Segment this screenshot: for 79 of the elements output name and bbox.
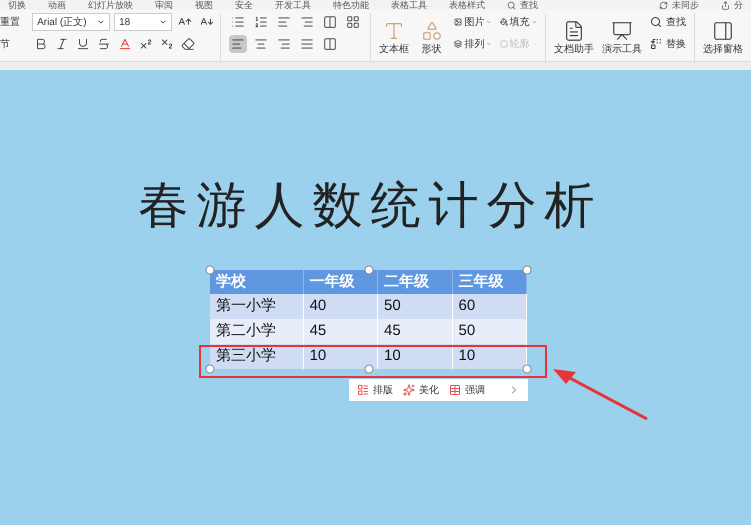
replace-icon: [650, 38, 662, 50]
dropdown-caret-icon: [532, 18, 537, 26]
selection-handle[interactable]: [206, 266, 214, 274]
table-cell: 10: [452, 344, 526, 369]
document-icon: [563, 20, 585, 42]
pane-icon: [712, 20, 734, 42]
search-link[interactable]: 查找: [507, 0, 538, 10]
align-button[interactable]: [229, 35, 248, 53]
menu-tab[interactable]: 切换: [8, 0, 26, 10]
align-icon: [231, 37, 246, 51]
ribbon-command[interactable]: 重置: [0, 13, 28, 31]
insert-button[interactable]: 文本框: [379, 13, 410, 57]
toolbar-button[interactable]: 强调: [449, 382, 485, 398]
layout-icon: [357, 384, 369, 396]
insert-button[interactable]: 排列: [454, 35, 492, 53]
align-icon: [323, 37, 338, 51]
menu-tab[interactable]: 视图: [195, 0, 213, 10]
shape-icon: [420, 20, 443, 42]
toolbar-button[interactable]: 排版: [357, 382, 393, 398]
sync-icon: [659, 0, 668, 10]
table-header-cell: 学校: [210, 270, 304, 294]
tool-button[interactable]: 文档助手: [554, 13, 594, 57]
menu-tab[interactable]: 表格样式: [449, 0, 485, 10]
font-name-field[interactable]: Arial (正文): [32, 13, 110, 31]
menu-tab[interactable]: 审阅: [155, 0, 173, 10]
toolbar-button[interactable]: 美化: [403, 382, 439, 398]
menu-tab[interactable]: 特色功能: [333, 0, 369, 10]
image-icon: [454, 16, 462, 28]
fill-icon: [500, 16, 508, 28]
find-button[interactable]: 查找: [650, 13, 686, 31]
search-icon: [507, 0, 516, 10]
menu-tab[interactable]: 开发工具: [275, 0, 311, 10]
arrange-icon: [454, 38, 462, 50]
align-icon: [300, 37, 314, 51]
selection-pane-button[interactable]: 选择窗格: [695, 13, 751, 57]
table-cell: 40: [303, 294, 378, 319]
insert-button[interactable]: 图片: [454, 13, 492, 31]
replace-button[interactable]: 替换: [650, 35, 686, 53]
sparkle-icon: [403, 384, 415, 396]
align-icon: [254, 37, 268, 51]
share-button[interactable]: 分: [721, 0, 743, 10]
slide-title: 春游人数统计分析: [138, 180, 602, 230]
presentation-icon: [611, 20, 633, 42]
outline-icon: [500, 38, 508, 50]
table-icon: [449, 384, 461, 396]
insert-button[interactable]: 填充: [500, 13, 537, 31]
align-icon: [277, 37, 292, 51]
table-cell: 45: [303, 319, 378, 344]
dropdown-caret-icon: [97, 18, 106, 26]
table-cell: 60: [452, 294, 526, 319]
menu-tab[interactable]: 安全: [235, 0, 253, 10]
tool-button[interactable]: 演示工具: [602, 13, 642, 57]
selection-handle[interactable]: [522, 266, 532, 274]
table-cell: 50: [452, 319, 526, 344]
menu-tab[interactable]: 表格工具: [391, 0, 427, 10]
table-header-cell: 三年级: [452, 270, 526, 294]
dropdown-caret-icon: [486, 40, 492, 48]
table-cell: 50: [378, 294, 452, 319]
ribbon-command[interactable]: 节: [0, 35, 28, 53]
sync-status[interactable]: 未同步: [659, 0, 699, 10]
table-header-cell: 二年级: [378, 270, 452, 294]
dropdown-caret-icon: [532, 40, 537, 48]
table-cell: 第一小学: [210, 294, 304, 319]
table-cell: 10: [378, 344, 452, 369]
table-cell: 第三小学: [210, 344, 304, 369]
table-header-cell: 一年级: [303, 270, 378, 294]
selection-handle[interactable]: [206, 364, 214, 374]
insert-button[interactable]: 形状: [417, 13, 446, 57]
menu-tab[interactable]: 幻灯片放映: [88, 0, 133, 10]
table-cell: 45: [378, 319, 452, 344]
selection-handle[interactable]: [364, 266, 373, 274]
menu-tab[interactable]: 动画: [48, 0, 66, 10]
dropdown-caret-icon: [159, 18, 168, 26]
dropdown-caret-icon: [486, 18, 492, 26]
search-icon: [650, 16, 662, 28]
selection-handle[interactable]: [522, 364, 532, 374]
font-size-field[interactable]: 18: [114, 13, 172, 31]
table-cell: 第二小学: [210, 319, 304, 344]
share-icon: [721, 0, 730, 10]
